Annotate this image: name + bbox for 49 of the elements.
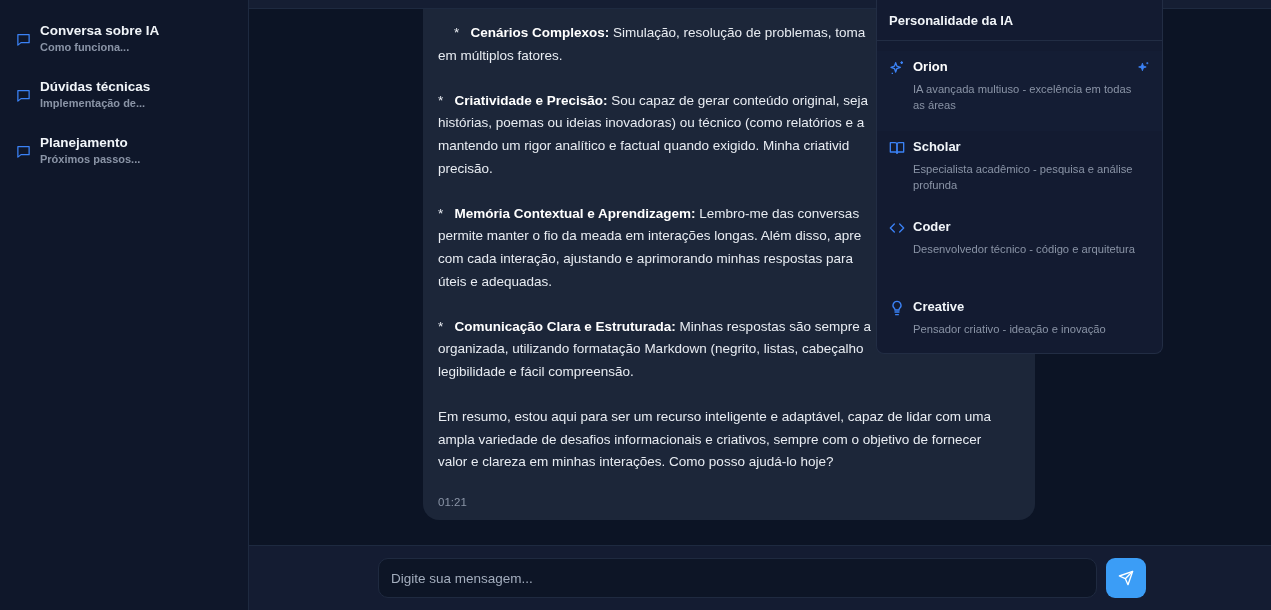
conversation-title: Planejamento (40, 135, 129, 150)
personality-description: Desenvolvedor técnico - código e arquitetura (913, 242, 1136, 257)
conversation-preview: Como funciona... (40, 41, 131, 53)
personality-name: Creative (913, 299, 965, 314)
personality-name: Orion (913, 59, 948, 74)
message-text: em múltiplos fatores. (438, 46, 563, 65)
personality-name: Coder (913, 219, 951, 234)
personality-description: IA avançada multiuso - excelência em todas as áreas (913, 82, 1133, 113)
conversation-title: Dúvidas técnicas (40, 79, 151, 94)
message-text: Em resumo, estou aqui para ser um recurso inteligente e adaptável, capaz de lidar com uma (438, 408, 992, 427)
conversation-item[interactable]: Planejamento Próximos passos... (0, 135, 248, 165)
conversation-item[interactable]: Dúvidas técnicas Implementação de... (0, 79, 248, 109)
message-text: mantendo um rigor analítico e factual quando exigido. Minha criativid (438, 136, 850, 155)
message-text: ampla variedade de desafios informacionais e criativos, sempre com o objetivo de fornecer (438, 430, 982, 449)
message-text: úteis e adequadas. (438, 272, 553, 291)
conversation-title: Conversa sobre IA (40, 23, 160, 38)
message-text: legibilidade e fácil compreensão. (438, 362, 634, 381)
chat-bubble-icon (16, 88, 31, 103)
personality-option[interactable]: Creative Pensador criativo - ideação e inovação (877, 291, 1162, 371)
chat-bubble-icon (16, 32, 31, 47)
message-text: *Memória Contextual e Aprendizagem: Lembro-me das conversas (438, 204, 860, 223)
conversation-item[interactable]: Conversa sobre IA Como funciona... (0, 23, 248, 53)
chat-bubble-icon (16, 144, 31, 159)
menu-title: Personalidade da IA (877, 0, 1162, 41)
message-text: *Criatividade e Precisão: Sou capaz de gerar conteúdo original, seja (438, 91, 869, 110)
message-text: organizada, utilizando formatação Markdown (negrito, listas, cabeçalho (438, 340, 864, 359)
code-icon (889, 220, 905, 236)
conversation-preview: Implementação de... (40, 97, 147, 109)
lightbulb-icon (889, 300, 905, 316)
send-icon (1118, 570, 1134, 586)
send-button[interactable] (1106, 558, 1146, 598)
book-icon (889, 140, 905, 156)
message-text: *Cenários Complexos: Simulação, resolução de problemas, toma (454, 24, 866, 42)
personality-option[interactable]: Coder Desenvolvedor técnico - código e arquitetura (877, 211, 1162, 291)
sparkles-icon (889, 60, 905, 76)
message-text: valor e clareza em minhas interações. Como posso ajudá-lo hoje? (438, 453, 834, 472)
message-input[interactable]: Digite sua mensagem... (378, 558, 1097, 598)
personality-description: Especialista acadêmico - pesquisa e análise profunda (913, 162, 1134, 193)
message-time: 01:21 (438, 496, 468, 509)
message-text: *Comunicação Clara e Estruturada: Minhas respostas são sempre a (438, 317, 871, 336)
message-text: histórias, poemas ou ideias inovadoras) ou técnico (como relatórios e a (438, 114, 865, 133)
selected-sparkle-icon (1137, 61, 1150, 74)
personality-option[interactable]: Scholar Especialista acadêmico - pesquisa e análise profunda (877, 131, 1162, 211)
message-text: precisão. (438, 159, 493, 178)
conversation-preview: Próximos passos... (40, 153, 141, 165)
personality-name: Scholar (913, 139, 961, 154)
personality-description: Pensador criativo - ideação e inovação (913, 322, 1107, 337)
message-text: com cada interação, ajustando e aprimorando minhas respostas para (438, 249, 853, 268)
message-text: permite manter o fio da meada em interações longas. Além disso, apre (438, 227, 862, 246)
